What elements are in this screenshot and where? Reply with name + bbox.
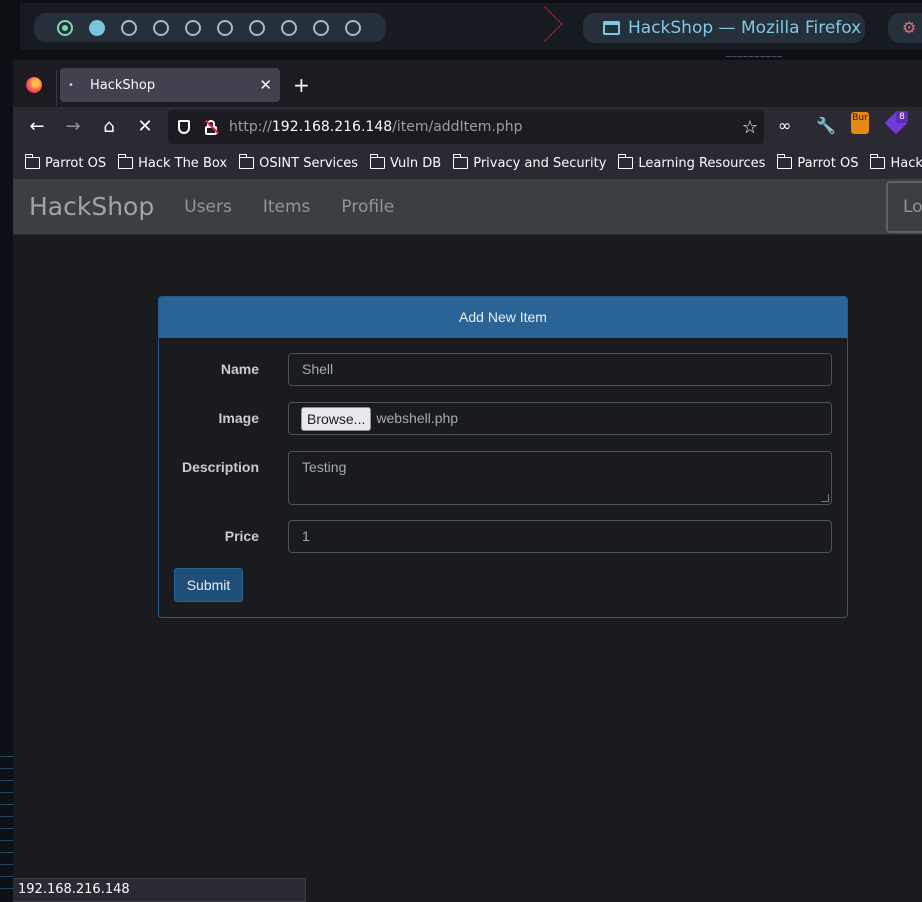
bookmark-folder[interactable]: Vuln DB	[369, 154, 441, 171]
private-mask-icon[interactable]: ∞	[778, 115, 791, 137]
workspace-switcher[interactable]	[34, 13, 386, 42]
firefox-icon[interactable]	[26, 77, 42, 93]
back-icon[interactable]: ←	[25, 115, 49, 139]
bookmark-folder[interactable]: Parrot OS	[24, 154, 106, 171]
tab-title: HackShop	[90, 77, 156, 93]
bookmark-folder[interactable]: OSINT Services	[238, 154, 358, 171]
folder-icon	[869, 154, 886, 169]
browse-button[interactable]: Browse...	[301, 406, 372, 431]
tab-loading-icon: •	[68, 79, 74, 91]
window-title-text: HackShop — Mozilla Firefox	[628, 18, 862, 38]
home-icon[interactable]: ⌂	[97, 115, 121, 139]
nav-items[interactable]: Items	[263, 197, 311, 217]
selected-file-name: webshell.php	[376, 410, 459, 426]
wallpaper-edge	[0, 750, 13, 900]
tracking-protection-icon[interactable]	[178, 120, 190, 134]
add-item-card: Add New Item Name Shell Image Browse... …	[158, 296, 848, 618]
workspace-3[interactable]	[121, 19, 137, 36]
site-navbar: HackShop Users Items Profile Login	[13, 179, 922, 235]
page-content: HackShop Users Items Profile Login Add N…	[13, 179, 922, 902]
workspace-6[interactable]	[217, 19, 233, 36]
workspace-5[interactable]	[185, 19, 201, 36]
description-label: Description	[181, 459, 259, 475]
bookmark-folder[interactable]: Hack The Box	[869, 154, 922, 171]
active-window-title[interactable]: HackShop — Mozilla Firefox	[583, 13, 865, 43]
stop-icon[interactable]: ✕	[133, 115, 157, 139]
workspace-8[interactable]	[281, 19, 297, 36]
url-bar[interactable]: http://192.168.216.148/item/addItem.php …	[168, 110, 764, 144]
bookmark-folder[interactable]: Learning Resources	[617, 154, 765, 171]
wrench-icon[interactable]: 🔧	[816, 115, 836, 137]
folder-icon	[776, 154, 793, 169]
workspace-1[interactable]	[57, 19, 73, 36]
name-label: Name	[220, 361, 259, 377]
price-label: Price	[224, 528, 259, 544]
description-textarea[interactable]: Testing	[288, 451, 832, 505]
status-bar-url: 192.168.216.148	[13, 878, 306, 902]
navigation-toolbar: ← → ⌂ ✕ http://192.168.216.148/item/addI…	[13, 107, 922, 147]
forward-icon[interactable]: →	[61, 115, 85, 139]
price-input[interactable]: 1	[288, 520, 832, 553]
folder-icon	[452, 154, 469, 169]
extension-badge: 8	[896, 111, 908, 123]
url-text[interactable]: http://192.168.216.148/item/addItem.php	[229, 119, 742, 135]
image-label: Image	[218, 410, 259, 426]
nav-profile[interactable]: Profile	[341, 197, 394, 217]
nav-users[interactable]: Users	[184, 197, 232, 217]
insecure-lock-icon[interactable]	[204, 119, 220, 135]
bookmark-folder[interactable]: Hack The Box	[117, 154, 227, 171]
folder-icon	[617, 154, 634, 169]
bookmark-star-icon[interactable]: ☆	[742, 117, 758, 138]
image-file-input[interactable]: Browse... webshell.php	[288, 402, 832, 435]
burp-label: Bur	[852, 113, 868, 123]
window-icon	[603, 21, 620, 35]
tab-hackshop[interactable]: • HackShop ✕	[60, 68, 280, 102]
workspace-10[interactable]	[345, 19, 361, 36]
site-brand[interactable]: HackShop	[29, 192, 154, 221]
folder-icon	[369, 154, 386, 169]
browser-window: • HackShop ✕ + ← → ⌂ ✕ http://192.168.21…	[13, 60, 922, 902]
workspace-2[interactable]	[89, 19, 105, 36]
bookmarks-toolbar: Parrot OS Hack The Box OSINT Services Vu…	[13, 147, 922, 179]
folder-icon	[117, 154, 134, 169]
card-title: Add New Item	[159, 297, 847, 338]
folder-icon	[238, 154, 255, 169]
new-tab-icon[interactable]: +	[293, 73, 310, 97]
workspace-9[interactable]	[313, 19, 329, 36]
folder-icon	[24, 154, 40, 169]
cpu-icon[interactable]: ⚙	[888, 13, 922, 43]
submit-button[interactable]: Submit	[174, 568, 243, 602]
name-input[interactable]: Shell	[288, 353, 832, 386]
wallpaper-decoration: ~~~~~~~~~~	[725, 52, 783, 61]
workspace-4[interactable]	[153, 19, 169, 36]
workspace-7[interactable]	[249, 19, 265, 36]
bookmark-folder[interactable]: Privacy and Security	[452, 154, 606, 171]
burp-extension-icon[interactable]: Bur	[851, 112, 869, 134]
desktop-panel: HackShop — Mozilla Firefox ⚙ ~~~~~~~~~~	[0, 0, 922, 61]
tab-separator	[56, 70, 57, 106]
close-tab-icon[interactable]: ✕	[259, 76, 272, 94]
bookmark-folder[interactable]: Parrot OS	[776, 154, 858, 171]
tab-bar: • HackShop ✕ +	[13, 60, 922, 107]
login-button[interactable]: Login	[886, 181, 922, 233]
